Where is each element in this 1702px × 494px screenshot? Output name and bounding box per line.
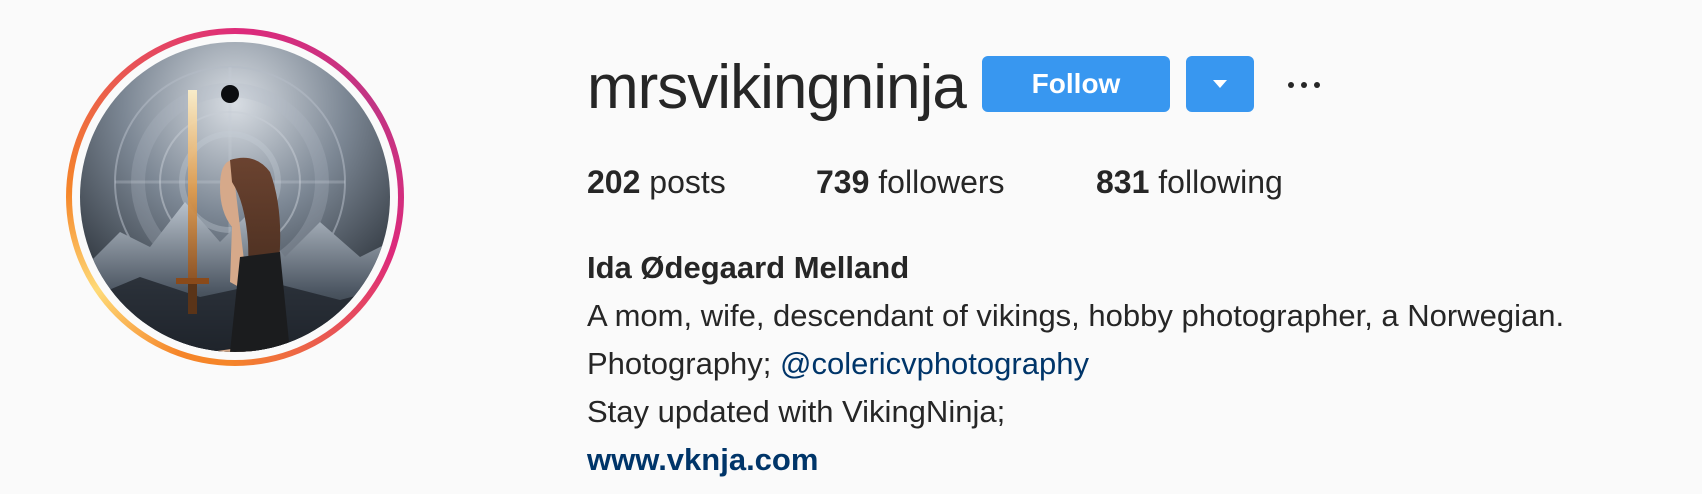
avatar-image <box>80 42 390 352</box>
stat-following[interactable]: 831 following <box>1096 162 1283 202</box>
profile-header: mrsvikingninja Follow 202 posts 739 foll… <box>0 0 1702 494</box>
following-count: 831 <box>1096 164 1150 200</box>
full-name: Ida Ødegaard Melland <box>587 250 910 285</box>
suggested-dropdown-button[interactable] <box>1186 56 1254 112</box>
followers-count: 739 <box>816 164 870 200</box>
posts-count: 202 <box>587 164 641 200</box>
website-link[interactable]: www.vknja.com <box>587 436 1564 484</box>
mention-link[interactable]: @colericvphotography <box>780 346 1089 381</box>
profile-avatar[interactable] <box>66 28 404 366</box>
followers-label: followers <box>878 164 1005 200</box>
bio-line-2-prefix: Photography; <box>587 346 781 381</box>
caret-down-icon <box>1213 80 1227 88</box>
stat-posts: 202 posts <box>587 162 726 202</box>
profile-bio: Ida Ødegaard Melland A mom, wife, descen… <box>587 244 1564 484</box>
posts-label: posts <box>649 164 726 200</box>
stat-followers[interactable]: 739 followers <box>816 162 1005 202</box>
options-button[interactable] <box>1284 66 1324 102</box>
follow-button[interactable]: Follow <box>982 56 1170 112</box>
bio-line-2: Photography; @colericvphotography <box>587 340 1564 388</box>
bio-line-3: Stay updated with VikingNinja; <box>587 394 1006 429</box>
bio-line-1: A mom, wife, descendant of vikings, hobb… <box>587 298 1565 333</box>
following-label: following <box>1158 164 1283 200</box>
username: mrsvikingninja <box>587 53 967 122</box>
